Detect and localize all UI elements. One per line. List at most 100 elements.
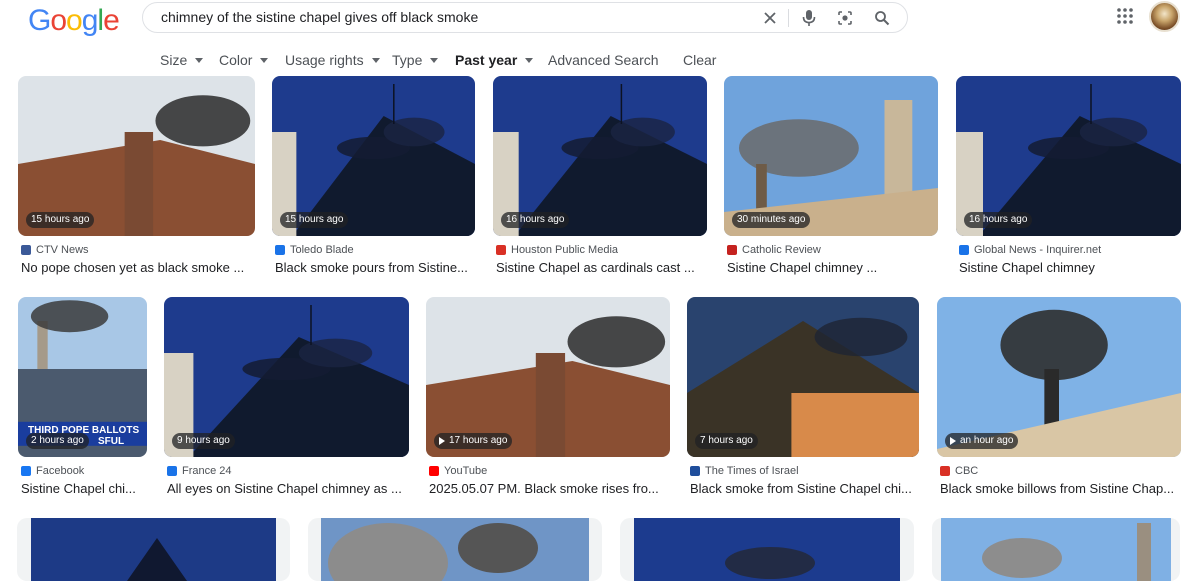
chevron-down-icon [260,57,269,63]
filter-label: Past year [455,52,518,68]
result-thumbnail[interactable]: 16 hours ago [956,76,1181,236]
timestamp-badge: 16 hours ago [964,212,1033,228]
result-title[interactable]: Black smoke billows from Sistine Chap... [940,481,1178,496]
result-title[interactable]: All eyes on Sistine Chapel chimney as ..… [167,481,406,496]
favicon-icon [21,466,31,476]
result-source[interactable]: Toledo Blade [275,244,354,256]
result-thumbnail[interactable]: 7 hours ago [687,297,919,457]
result-thumbnail[interactable]: 17 hours ago [426,297,670,457]
result-title[interactable]: Black smoke from Sistine Chapel chi... [690,481,916,496]
result-source[interactable]: CTV News [21,244,89,256]
result-thumbnail[interactable]: THIRD POPE BALLOTS SFUL 2 hours ago [18,297,147,457]
clear-filters-link[interactable]: Clear [683,52,716,68]
result-source[interactable]: CBC [940,465,978,477]
result-source[interactable]: Facebook [21,465,84,477]
timestamp-badge: 2 hours ago [26,433,89,449]
apps-grid-icon[interactable] [1116,7,1134,25]
timestamp-badge: 17 hours ago [434,433,513,449]
filter-color[interactable]: Color [219,52,269,68]
result-thumbnail[interactable]: 15 hours ago [272,76,475,236]
result-source[interactable]: Houston Public Media [496,244,618,256]
timestamp-text: 16 hours ago [506,214,565,225]
filter-usage-rights[interactable]: Usage rights [285,52,380,68]
result-source[interactable]: The Times of Israel [690,465,799,477]
result-title[interactable]: Sistine Chapel chimney [959,260,1178,275]
result-source[interactable]: YouTube [429,465,487,477]
search-icon[interactable] [873,9,891,27]
filter-label: Color [219,52,253,68]
timestamp-text: 2 hours ago [31,435,84,446]
filter-past-year[interactable]: Past year [455,52,534,68]
result-thumbnail[interactable]: 9 hours ago [164,297,409,457]
source-name: Houston Public Media [511,244,619,256]
result-title[interactable]: 2025.05.07 PM. Black smoke rises fro... [429,481,667,496]
logo-letter: g [81,4,99,37]
timestamp-badge: 7 hours ago [695,433,758,449]
search-input[interactable] [161,3,761,32]
result-title[interactable]: Sistine Chapel chimney ... [727,260,935,275]
timestamp-text: an hour ago [960,435,1014,446]
filter-size[interactable]: Size [160,52,204,68]
filter-bar: Size Color Usage rights Type Past year A… [0,52,1200,70]
result-source[interactable]: Global News - Inquirer.net [959,244,1101,256]
result-source[interactable]: Catholic Review [727,244,821,256]
result-thumbnail[interactable]: 30 minutes ago [724,76,938,236]
search-box [142,2,908,33]
result-title[interactable]: Black smoke pours from Sistine... [275,260,472,275]
thumbnail-image [634,518,900,581]
result-title[interactable]: Sistine Chapel as cardinals cast ... [496,260,704,275]
result-thumbnail[interactable]: 15 hours ago [18,76,255,236]
logo-letter: e [103,4,120,37]
favicon-icon [275,245,285,255]
image-result-partial[interactable] [17,518,290,581]
chevron-down-icon [430,57,439,63]
image-result[interactable]: an hour ago CBC Black smoke billows from S… [937,297,1181,521]
microphone-icon[interactable] [800,9,818,27]
image-result[interactable]: 15 hours ago CTV News No pope chosen yet a… [18,76,255,300]
filter-type[interactable]: Type [392,52,439,68]
image-result[interactable]: 16 hours ago Houston Public Media Sistine … [493,76,707,300]
chevron-down-icon [525,57,534,63]
timestamp-badge: 15 hours ago [26,212,95,228]
source-name: Catholic Review [742,244,821,256]
image-result[interactable]: THIRD POPE BALLOTS SFUL 2 hours ago Faceboo… [18,297,147,521]
source-name: Toledo Blade [290,244,354,256]
image-result[interactable]: 9 hours ago France 24 All eyes on Sistine … [164,297,409,521]
source-name: CTV News [36,244,89,256]
timestamp-badge: an hour ago [945,433,1019,449]
result-title[interactable]: Sistine Chapel chi... [21,481,144,496]
image-result[interactable]: 30 minutes ago Catholic Review Sistine Cha… [724,76,938,300]
favicon-icon [727,245,737,255]
timestamp-text: 7 hours ago [700,435,753,446]
timestamp-text: 30 minutes ago [737,214,806,225]
image-result[interactable]: 7 hours ago The Times of Israel Black smok… [687,297,919,521]
image-result-partial[interactable] [932,518,1180,581]
source-name: Global News - Inquirer.net [974,244,1102,256]
result-source[interactable]: France 24 [167,465,232,477]
google-logo[interactable]: Google [28,3,120,39]
image-result[interactable]: 16 hours ago Global News - Inquirer.net Si… [956,76,1181,300]
image-result-partial[interactable] [620,518,914,581]
result-title[interactable]: No pope chosen yet as black smoke ... [21,260,252,275]
timestamp-badge: 9 hours ago [172,433,235,449]
result-thumbnail[interactable]: an hour ago [937,297,1181,457]
timestamp-badge: 15 hours ago [280,212,349,228]
image-result[interactable]: 17 hours ago YouTube 2025.05.07 PM. Black … [426,297,670,521]
result-thumbnail[interactable]: 16 hours ago [493,76,707,236]
close-icon[interactable] [761,9,779,27]
thumbnail-image [31,518,276,581]
advanced-search-link[interactable]: Advanced Search [548,52,659,68]
timestamp-text: 9 hours ago [177,435,230,446]
favicon-icon [690,466,700,476]
source-name: France 24 [182,465,232,477]
source-name: CBC [955,465,979,477]
favicon-icon [940,466,950,476]
logo-letter: G [28,4,51,37]
timestamp-text: 17 hours ago [449,435,508,446]
image-result[interactable]: 15 hours ago Toledo Blade Black smoke pour… [272,76,475,300]
timestamp-text: 15 hours ago [285,214,344,225]
avatar[interactable] [1149,1,1180,32]
favicon-icon [496,245,506,255]
camera-lens-icon[interactable] [836,9,854,27]
image-result-partial[interactable] [308,518,602,581]
